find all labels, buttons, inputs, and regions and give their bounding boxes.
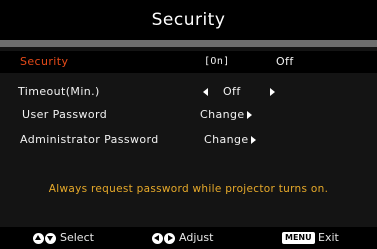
up-circle-icon [33, 233, 44, 244]
title-separator [0, 40, 377, 47]
right-circle-icon [164, 233, 175, 244]
right-arrow-icon [247, 111, 252, 119]
user-password-change[interactable]: Change [200, 108, 245, 121]
security-option-off[interactable]: Off [276, 55, 294, 68]
adjust-hint: Adjust [179, 231, 214, 244]
security-label: Security [20, 55, 69, 68]
user-password-label: User Password [22, 108, 108, 121]
timeout-label: Timeout(Min.) [18, 85, 100, 98]
menu-key-badge: MENU [282, 232, 315, 244]
left-arrow-icon[interactable] [203, 88, 208, 96]
right-arrow-icon[interactable] [270, 88, 275, 96]
title-bar: Security [0, 0, 377, 40]
page-title: Security [151, 10, 226, 30]
admin-password-change[interactable]: Change [204, 133, 249, 146]
admin-password-label: Administrator Password [20, 133, 159, 146]
password-notice: Always request password while projector … [48, 183, 329, 195]
left-circle-icon [152, 233, 163, 244]
down-circle-icon [45, 233, 56, 244]
menu-item-security[interactable]: Security [On] Off [0, 51, 377, 73]
osd-screen: Security Security [On] Off Timeout(Min.)… [0, 0, 377, 249]
right-arrow-icon [251, 136, 256, 144]
timeout-value: Off [223, 85, 241, 98]
exit-hint: Exit [318, 231, 339, 244]
select-hint: Select [60, 231, 94, 244]
security-option-on[interactable]: [On] [204, 56, 230, 67]
footer-help-bar: Select Adjust MENU Exit [0, 227, 377, 249]
